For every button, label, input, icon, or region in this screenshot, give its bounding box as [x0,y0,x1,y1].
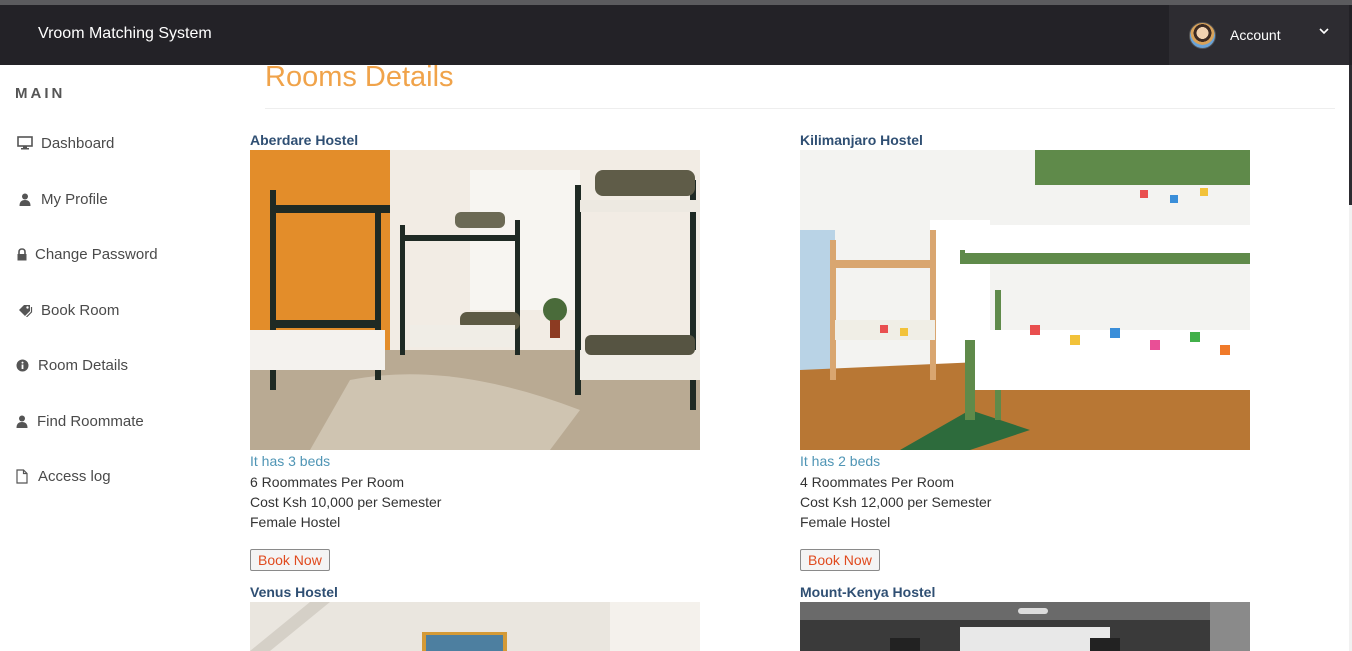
sidebar-item-label: Room Details [38,356,129,374]
hostel-cost: Cost Ksh 10,000 per Semester [250,494,442,510]
sidebar-item-label: Change Password [35,245,158,263]
sidebar-item-change-password[interactable]: Change Password [15,242,158,266]
hostel-photo [800,602,1250,651]
hostel-name[interactable]: Mount-Kenya Hostel [800,583,1250,602]
info-icon [15,359,29,372]
hostel-type: Female Hostel [250,514,341,530]
user-icon [15,193,35,206]
hostel-roommates: 4 Roommates Per Room [800,474,955,490]
sidebar-item-label: Access log [38,467,111,485]
title-divider [265,108,1335,109]
hostel-type: Female Hostel [800,514,891,530]
sidebar-item-book-room[interactable]: Book Room [15,298,119,322]
top-navbar: Vroom Matching System Account [0,5,1352,65]
account-menu-button[interactable]: Account [1169,5,1349,65]
hostel-card-mount-kenya: Mount-Kenya Hostel [800,583,1250,651]
hostel-name[interactable]: Venus Hostel [250,583,700,602]
sidebar-item-label: Dashboard [41,134,115,152]
account-label: Account [1230,27,1281,43]
sidebar-item-dashboard[interactable]: Dashboard [15,131,114,155]
avatar [1189,22,1216,49]
hostel-card-aberdare: Aberdare Hostel It has 3 beds 6 Roommate… [250,131,700,571]
hostel-roommates: 6 Roommates Per Room [250,474,405,490]
hostel-beds: It has 3 beds [250,453,331,469]
chevron-down-icon [1319,24,1329,39]
hostel-card-venus: Venus Hostel [250,583,700,651]
book-now-button[interactable]: Book Now [800,549,880,571]
app-title[interactable]: Vroom Matching System [38,25,212,43]
hostel-name[interactable]: Aberdare Hostel [250,131,700,150]
sidebar-item-access-log[interactable]: Access log [15,464,111,488]
hostel-card-kilimanjaro: Kilimanjaro Hostel It has 2 beds 4 Roomm… [800,131,1250,571]
hostel-cost: Cost Ksh 12,000 per Semester [800,494,992,510]
hostel-photo [250,602,700,651]
file-icon [15,468,29,484]
sidebar-item-my-profile[interactable]: My Profile [15,187,108,211]
sidebar-heading: MAIN [15,85,66,102]
monitor-icon [15,136,35,150]
sidebar-item-room-details[interactable]: Room Details [15,353,128,377]
user-icon [15,415,29,428]
hostel-beds: It has 2 beds [800,453,881,469]
sidebar-item-label: My Profile [41,190,108,208]
hostel-photo [250,150,700,450]
sidebar: MAIN Dashboard My Profile Change Passwor… [0,65,230,651]
tag-icon [15,304,35,317]
sidebar-item-label: Find Roommate [37,412,144,430]
lock-icon [15,247,29,261]
sidebar-item-label: Book Room [41,301,120,319]
hostel-photo [800,150,1250,450]
sidebar-item-find-roommate[interactable]: Find Roommate [15,409,144,433]
page-title: Rooms Details [265,61,454,93]
main-content: Rooms Details Aberdare Hostel It has 3 b… [250,61,1340,651]
hostel-name[interactable]: Kilimanjaro Hostel [800,131,1250,150]
book-now-button[interactable]: Book Now [250,549,330,571]
